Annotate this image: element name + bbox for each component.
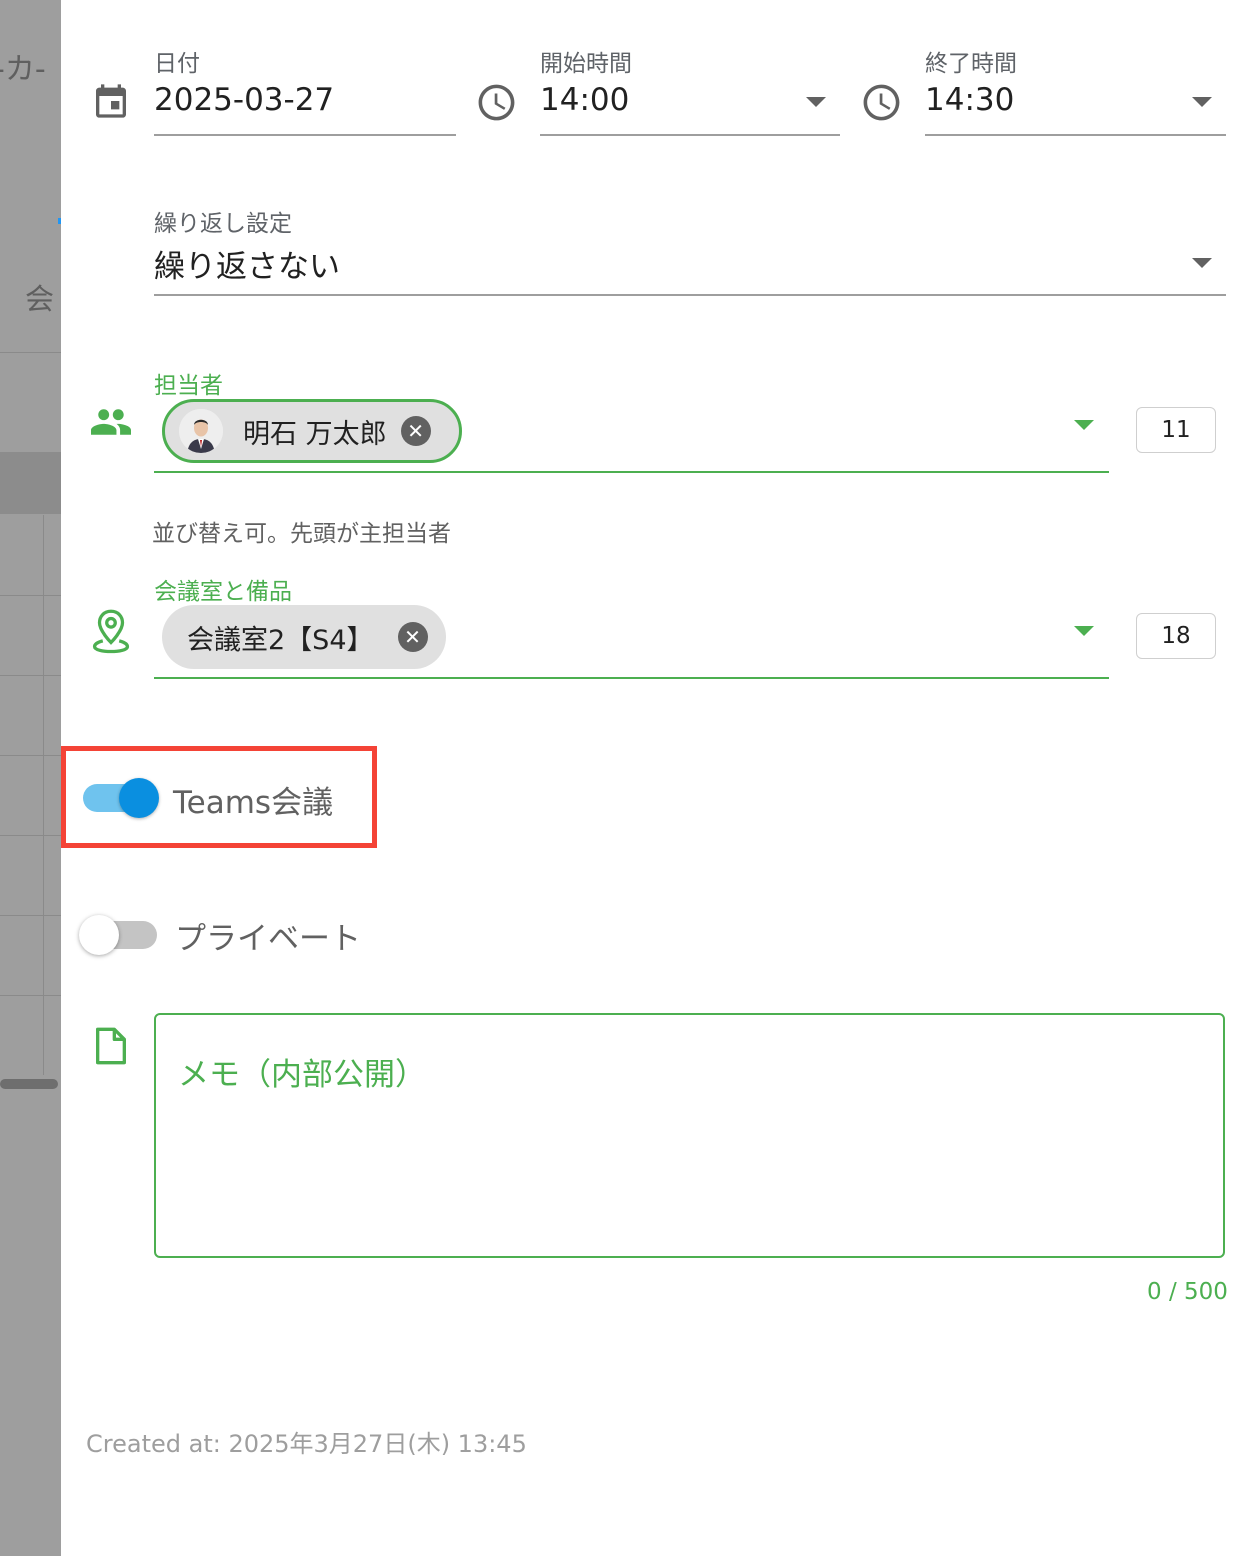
start-time-dropdown-icon[interactable]: [806, 97, 826, 107]
repeat-label: 繰り返し設定: [154, 211, 292, 237]
rooms-label: 会議室と備品: [154, 579, 292, 605]
rooms-underline: [154, 677, 1109, 679]
background-row-text: 会: [25, 282, 55, 316]
memo-textarea[interactable]: メモ（内部公開）: [154, 1013, 1225, 1258]
memo-placeholder: メモ（内部公開）: [178, 1057, 426, 1093]
private-toggle-knob: [79, 915, 119, 955]
background-scrollbar[interactable]: [0, 1079, 58, 1089]
assignee-underline: [154, 471, 1109, 473]
start-time-underline: [540, 134, 840, 136]
event-dialog: 日付 2025-03-27 開始時間 14:00 終了時間 14:30 繰り返し…: [61, 0, 1253, 1556]
remove-room-icon[interactable]: ✕: [397, 622, 428, 652]
room-chip[interactable]: 会議室2【S4】 ✕: [162, 605, 446, 669]
date-underline: [154, 134, 456, 136]
assignee-label: 担当者: [154, 373, 223, 399]
end-time-underline: [925, 134, 1226, 136]
repeat-underline: [154, 294, 1226, 296]
background-gridline: [43, 515, 44, 1075]
assignee-chip[interactable]: 明石 万太郎 ✕: [162, 399, 462, 463]
teams-toggle-label: Teams会議: [173, 785, 334, 821]
background-gridline: [0, 595, 61, 596]
avatar: [179, 409, 223, 453]
clock-icon: [475, 81, 518, 124]
people-icon: [89, 402, 133, 442]
assignee-hint: 並び替え可。先頭が主担当者: [152, 521, 451, 547]
date-label: 日付: [154, 51, 200, 77]
background-gridline: [0, 915, 61, 916]
teams-toggle-knob: [119, 778, 159, 818]
document-icon: [91, 1026, 131, 1066]
start-time-label: 開始時間: [540, 51, 632, 77]
clock-icon: [860, 81, 903, 124]
background-band: [0, 452, 61, 514]
background-header-text: -カ-: [0, 52, 46, 87]
assignee-dropdown-icon[interactable]: [1074, 420, 1094, 430]
repeat-value[interactable]: 繰り返さない: [154, 241, 340, 286]
background-calendar: -カ- 会: [0, 0, 61, 1556]
start-time-value[interactable]: 14:00: [540, 82, 629, 118]
memo-counter: 0 / 500: [1147, 1279, 1228, 1305]
background-gridline: [0, 755, 61, 756]
calendar-icon[interactable]: [91, 80, 131, 122]
background-gridline: [0, 995, 61, 996]
teams-toggle[interactable]: Teams会議: [81, 774, 361, 824]
rooms-dropdown-icon[interactable]: [1074, 626, 1094, 636]
assignee-count: 11: [1136, 407, 1216, 453]
rooms-count: 18: [1136, 613, 1216, 659]
end-time-label: 終了時間: [925, 51, 1017, 77]
created-at-text: Created at: 2025年3月27日(木) 13:45: [86, 1430, 527, 1458]
background-gridline: [0, 675, 61, 676]
end-time-dropdown-icon[interactable]: [1192, 97, 1212, 107]
date-value[interactable]: 2025-03-27: [154, 82, 334, 118]
assignee-chip-label: 明石 万太郎: [243, 418, 387, 450]
background-gridline: [0, 835, 61, 836]
end-time-value[interactable]: 14:30: [925, 82, 1014, 118]
location-pin-icon: [91, 608, 131, 654]
remove-assignee-icon[interactable]: ✕: [400, 416, 431, 446]
private-toggle-label: プライベート: [175, 921, 361, 957]
private-toggle[interactable]: プライベート: [79, 910, 399, 960]
repeat-dropdown-icon[interactable]: [1192, 258, 1212, 268]
background-gridline: [0, 352, 61, 353]
room-chip-label: 会議室2【S4】: [187, 624, 374, 656]
